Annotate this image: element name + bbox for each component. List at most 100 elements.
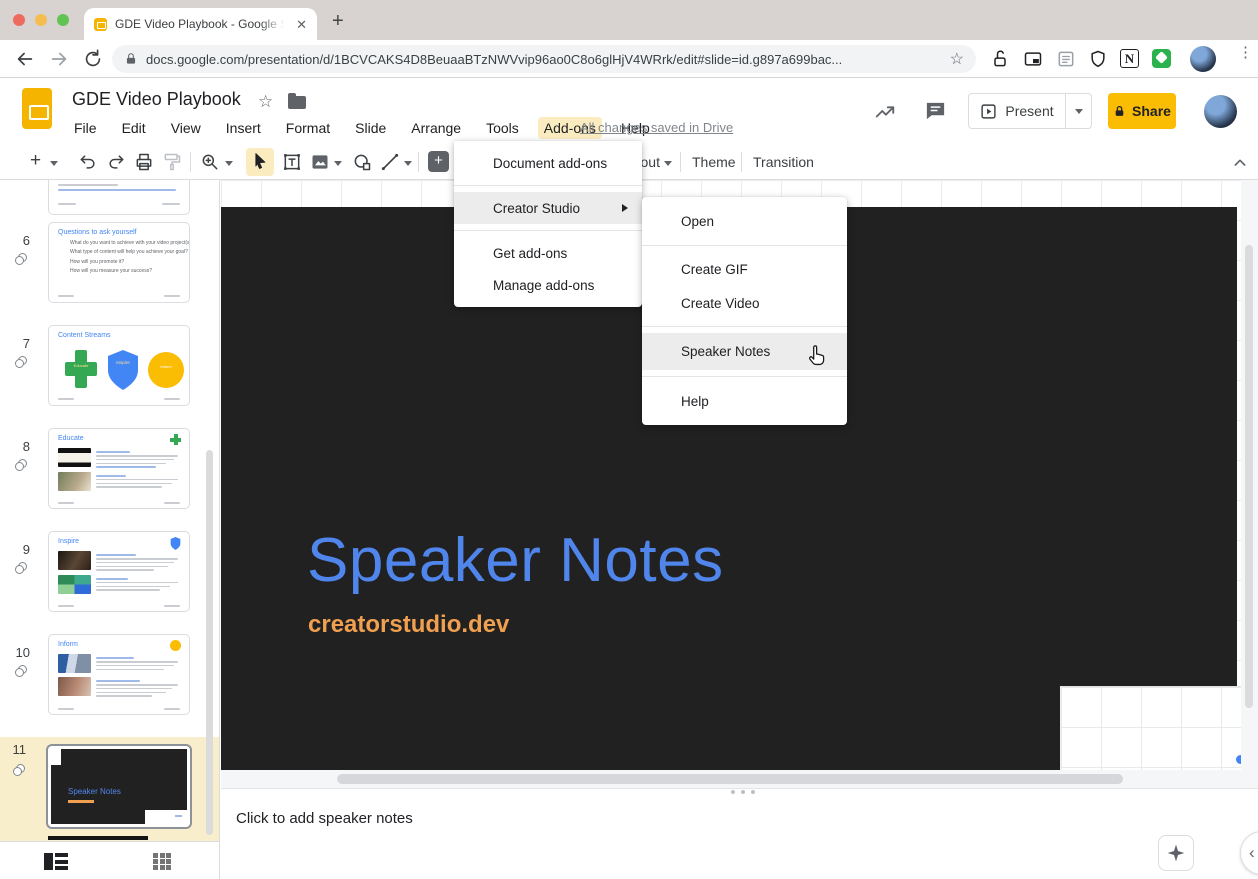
back-icon[interactable]	[14, 48, 36, 70]
thumb-bullet: What do you want to achieve with your vi…	[70, 240, 180, 246]
reload-icon[interactable]	[82, 48, 104, 70]
browser-tab[interactable]: GDE Video Playbook - Google S ✕	[84, 8, 317, 40]
browser-menu-icon[interactable]: ⋮	[1238, 50, 1253, 55]
traffic-close-button[interactable]	[13, 14, 25, 26]
thumb-bullet: How will you measure your success?	[70, 268, 180, 274]
browser-profile-avatar[interactable]	[1190, 46, 1216, 72]
menu-item-get-addons[interactable]: Get add-ons	[454, 237, 642, 269]
collapse-toolbar-icon[interactable]	[1232, 155, 1248, 171]
submenu-item-open[interactable]: Open	[642, 203, 847, 239]
layout-dropdown-icon[interactable]	[664, 161, 672, 166]
extension-pip-icon[interactable]	[1023, 49, 1043, 69]
slide-thumbnail-5-partial[interactable]	[48, 180, 190, 215]
doc-title[interactable]: GDE Video Playbook	[72, 89, 241, 110]
submenu-item-help[interactable]: Help	[642, 383, 847, 419]
textbox-icon[interactable]	[282, 152, 302, 172]
menu-item-manage-addons[interactable]: Manage add-ons	[454, 269, 642, 301]
explore-button[interactable]	[1158, 835, 1194, 871]
canvas-vscrollbar[interactable]	[1245, 245, 1253, 708]
redo-icon[interactable]	[106, 152, 126, 172]
canvas-hscrollbar[interactable]	[337, 774, 1123, 784]
extension-notion-icon[interactable]: N	[1120, 49, 1139, 68]
new-slide-button[interactable]: +	[30, 150, 41, 172]
transition-indicator-icon	[15, 356, 28, 369]
activity-icon[interactable]	[874, 100, 896, 122]
account-avatar[interactable]	[1204, 95, 1237, 128]
theme-button[interactable]: Theme	[692, 154, 736, 170]
toolbar-separator	[680, 152, 681, 172]
present-button[interactable]: Present	[968, 93, 1092, 129]
slide-thumbnail-10[interactable]: Inform	[48, 634, 190, 715]
transition-button[interactable]: Transition	[753, 154, 814, 170]
filmstrip-scrollbar[interactable]	[206, 450, 213, 835]
move-folder-icon[interactable]	[288, 96, 306, 109]
menu-format[interactable]: Format	[280, 117, 336, 139]
slide-thumbnail-6[interactable]: Questions to ask yourself What do you wa…	[48, 222, 190, 303]
slides-logo[interactable]	[22, 88, 52, 129]
menu-slide[interactable]: Slide	[349, 117, 392, 139]
submenu-item-create-gif[interactable]: Create GIF	[642, 252, 847, 286]
menu-view[interactable]: View	[165, 117, 207, 139]
extension-shield-icon[interactable]	[1088, 49, 1108, 69]
slide-thumbnail-12-peek[interactable]	[48, 836, 148, 840]
menu-file[interactable]: File	[68, 117, 103, 139]
menu-item-creator-studio[interactable]: Creator Studio	[454, 192, 642, 224]
slide-thumbnail-9[interactable]: Inspire	[48, 531, 190, 612]
present-dropdown[interactable]	[1065, 94, 1091, 128]
slide-thumbnail-8[interactable]: Educate	[48, 428, 190, 509]
slide-thumbnail-7[interactable]: Content Streams Educate Inspire Inform	[48, 325, 190, 406]
url-bar[interactable]: docs.google.com/presentation/d/1BCVCAKS4…	[112, 45, 976, 73]
line-tool-icon[interactable]	[380, 152, 400, 172]
menu-edit[interactable]: Edit	[116, 117, 152, 139]
slide-title-text[interactable]: Speaker Notes	[307, 525, 724, 596]
bookmark-star-icon[interactable]: ☆	[950, 49, 964, 69]
extension-reader-icon[interactable]	[1056, 49, 1076, 69]
transition-indicator-icon	[13, 764, 26, 777]
slide-number: 6	[0, 233, 30, 248]
menu-item-document-addons[interactable]: Document add-ons	[454, 147, 642, 179]
zoom-dropdown-icon[interactable]	[225, 161, 233, 166]
notes-placeholder[interactable]: Click to add speaker notes	[236, 810, 413, 827]
menu-tools[interactable]: Tools	[480, 117, 525, 139]
lock-icon	[124, 52, 138, 66]
inspire-mini-icon	[170, 537, 181, 550]
thumb-title: Inform	[58, 641, 180, 648]
slide-thumbnail-11-selected[interactable]: Speaker Notes	[46, 744, 192, 829]
traffic-zoom-button[interactable]	[57, 14, 69, 26]
menu-insert[interactable]: Insert	[220, 117, 267, 139]
url-text: docs.google.com/presentation/d/1BCVCAKS4…	[146, 52, 942, 67]
toolbar-separator	[741, 152, 742, 172]
insert-comment-icon[interactable]: +	[428, 151, 449, 172]
line-dropdown-icon[interactable]	[404, 161, 412, 166]
paint-format-icon[interactable]	[162, 152, 182, 172]
share-button[interactable]: Share	[1108, 93, 1176, 129]
slide-subtitle-text[interactable]: creatorstudio.dev	[308, 611, 509, 639]
tab-close-icon[interactable]: ✕	[296, 18, 307, 31]
undo-icon[interactable]	[78, 152, 98, 172]
select-tool-active-bg[interactable]	[246, 148, 274, 176]
video-thumb	[58, 677, 91, 696]
grid-view-icon[interactable]	[153, 853, 172, 870]
filmstrip-view-icon[interactable]	[44, 853, 68, 870]
transition-indicator-icon	[15, 562, 28, 575]
new-slide-dropdown-icon[interactable]	[50, 161, 58, 166]
share-lock-icon	[1113, 105, 1126, 118]
notes-resize-handle[interactable]	[731, 790, 755, 794]
zoom-icon[interactable]	[200, 152, 220, 172]
speaker-notes-area[interactable]: Click to add speaker notes	[221, 789, 1258, 879]
saved-status[interactable]: All changes saved in Drive	[580, 120, 733, 135]
image-icon[interactable]	[310, 152, 330, 172]
slide-number: 8	[0, 439, 30, 454]
menu-arrange[interactable]: Arrange	[405, 117, 467, 139]
star-doc-icon[interactable]: ☆	[258, 92, 273, 112]
traffic-minimize-button[interactable]	[35, 14, 47, 26]
extension-feedly-icon[interactable]	[1152, 49, 1171, 68]
forward-icon[interactable]	[48, 48, 70, 70]
image-dropdown-icon[interactable]	[334, 161, 342, 166]
print-icon[interactable]	[134, 152, 154, 172]
submenu-item-create-video[interactable]: Create Video	[642, 286, 847, 320]
shape-icon[interactable]	[352, 152, 372, 172]
comment-icon[interactable]	[924, 99, 947, 122]
new-tab-button[interactable]: +	[332, 10, 344, 33]
extension-unlocked-icon[interactable]	[990, 49, 1010, 69]
